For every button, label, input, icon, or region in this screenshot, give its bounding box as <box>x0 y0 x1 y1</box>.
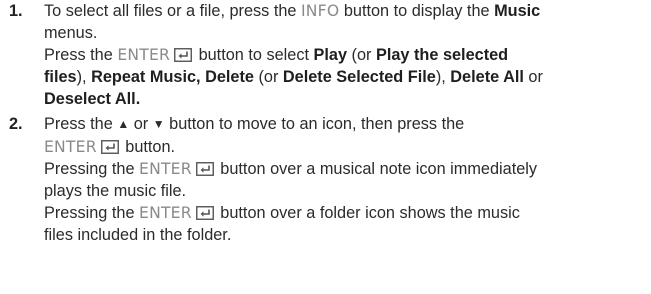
menu-name-music: Music <box>494 2 541 20</box>
enter-key-icon <box>100 139 119 154</box>
step-2-line-3: Pressing the ENTER button over a musical… <box>44 159 538 178</box>
info-key-label: INFO <box>301 2 340 20</box>
step-2-line-2: ENTER button. <box>44 137 176 156</box>
option-repeat-delete: Repeat Music, Delete <box>91 68 254 87</box>
step-2-line-1: Press the ▲ or ▼ button to move to an ic… <box>44 115 465 134</box>
enter-key-label: ENTER <box>139 203 192 222</box>
enter-key-icon <box>195 161 214 176</box>
step-2-line-6: files included in the folder. <box>44 225 232 244</box>
step-2-line-5: Pressing the ENTER button over a folder … <box>44 203 520 222</box>
enter-key-icon <box>195 205 214 220</box>
step-1: 1. To select all files or a file, press … <box>9 0 643 110</box>
step-1-line-5: Deselect All. <box>44 88 643 110</box>
enter-key-label: ENTER <box>117 46 171 65</box>
option-play: Play <box>313 46 348 65</box>
step-1-line-2: menus. <box>44 24 98 43</box>
option-delete-selected: Delete Selected File <box>282 68 436 87</box>
enter-key-icon <box>174 48 192 63</box>
enter-key-label: ENTER <box>44 137 97 156</box>
option-delete-all: Delete All <box>450 68 524 87</box>
step-2: 2. Press the ▲ or ▼ button to move to an… <box>9 113 643 246</box>
instruction-document: 1. To select all files or a file, press … <box>0 0 651 246</box>
step-1-line-1: To select all files or a file, press the… <box>44 2 541 20</box>
step-number: 2. <box>9 115 23 134</box>
option-deselect-all: Deselect All. <box>44 90 141 109</box>
step-1-line-3: Press the ENTER button to select Play (o… <box>44 46 509 65</box>
enter-key-label: ENTER <box>139 159 192 178</box>
down-arrow-icon: ▼ <box>152 117 165 132</box>
step-2-line-4: plays the music file. <box>44 181 187 200</box>
up-arrow-icon: ▲ <box>117 117 130 132</box>
step-number: 1. <box>9 2 23 20</box>
option-play-selected: Play the selected <box>375 46 509 65</box>
option-files: files <box>44 68 77 87</box>
step-1-line-4: files), Repeat Music, Delete (or Delete … <box>44 68 543 87</box>
